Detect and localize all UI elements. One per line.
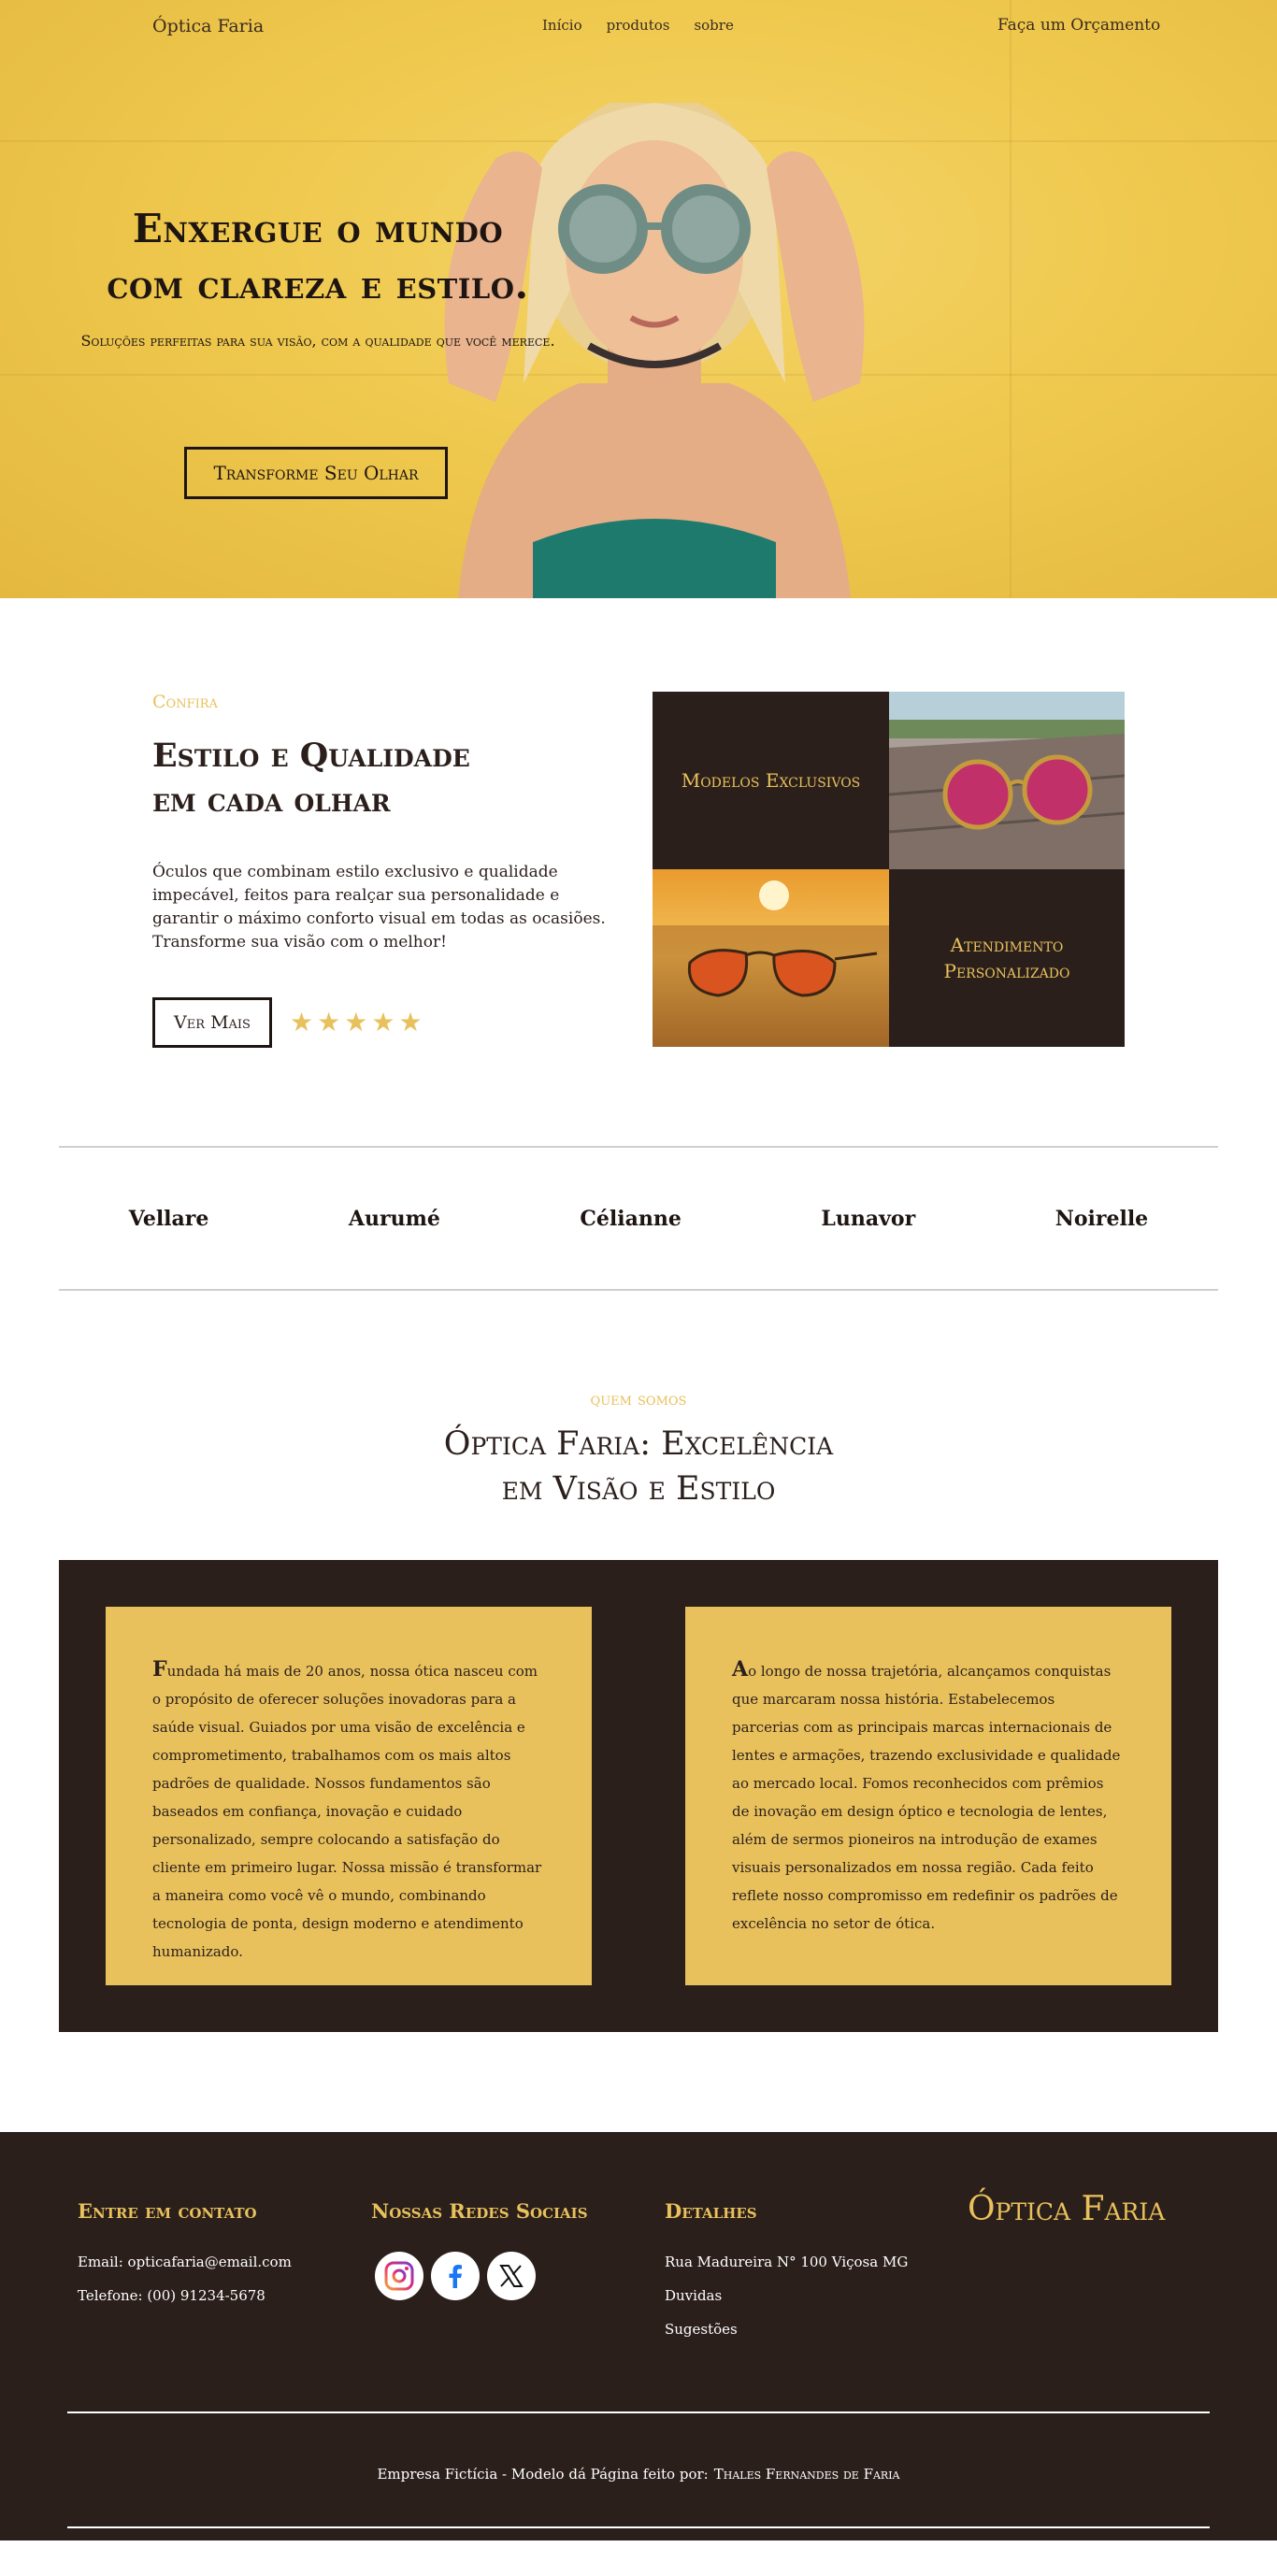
brands-row: Vellare Aurumé Célianne Lunavor Noirelle [59,1148,1218,1289]
instagram-icon[interactable] [375,2252,423,2300]
features-description: Óculos que combinam estilo exclusivo e q… [152,863,606,952]
credit-text: Empresa Fictícia - Modelo dá Página feit… [377,2466,709,2483]
exclusive-models-tile[interactable]: Modelos Exclusivos [653,692,889,869]
history-card: Fundada há mais de 20 anos, nossa ótica … [106,1607,592,1985]
about-title: Óptica Faria: Excelência em Visão e Esti… [0,1422,1277,1511]
details-title: Detalhes [665,2199,757,2223]
personalized-service-label: Atendimento Personalizado [943,932,1069,984]
features-grid: Modelos Exclusivos Atendimento Personali… [653,692,1125,1047]
nav-quote-link[interactable]: Faça um Orçamento [997,16,1160,35]
brand-lunavor: Lunavor [821,1206,916,1231]
pink-sunglasses-image [889,692,1125,869]
rating-stars: ★ ★ ★ ★ ★ [290,1006,423,1039]
features-kicker: Confira [152,692,218,712]
contact-phone[interactable]: Telefone: (00) 91234-5678 [78,2287,265,2304]
history-text: undada há mais de 20 anos, nossa ótica n… [152,1663,542,1960]
brands-strip: Vellare Aurumé Célianne Lunavor Noirelle [59,1146,1218,1291]
footer-bottom-divider [67,2526,1210,2528]
about-section: quem somos Óptica Faria: Excelência em V… [0,1291,1277,2132]
tile2-line-1: Atendimento [950,934,1064,956]
features-title-line-1: Estilo e Qualidade [152,737,470,775]
nav-brand[interactable]: Óptica Faria [152,16,264,36]
features-title-line-2: em cada olhar [152,781,391,820]
about-title-line-2: em Visão e Estilo [501,1470,776,1508]
about-kicker: quem somos [590,1389,687,1410]
about-panel: Fundada há mais de 20 anos, nossa ótica … [59,1560,1218,2032]
tile2-line-2: Personalizado [943,960,1070,982]
features-title: Estilo e Qualidade em cada olhar [152,734,601,823]
nav-link-produtos[interactable]: produtos [607,17,670,34]
contact-title: Entre em contato [78,2199,257,2223]
hero-section: Óptica Faria Início produtos sobre Faça … [0,0,1277,598]
star-icon: ★ [290,1007,314,1038]
top-navbar: Óptica Faria Início produtos sobre Faça … [0,0,1277,54]
star-icon: ★ [398,1007,423,1038]
hero-title: Enxergue o mundo com clareza e estilo. [56,201,580,313]
history-dropcap: F [152,1657,167,1682]
footer: Entre em contato Email: opticafaria@emai… [0,2132,1277,2540]
wall-texture [1010,0,1012,598]
hero-title-line-2: com clareza e estilo. [107,262,529,308]
achievements-text: o longo de nossa trajetória, alcançamos … [732,1663,1121,1932]
footer-divider [67,2411,1210,2413]
nav-link-inicio[interactable]: Início [542,17,582,34]
see-more-button[interactable]: Ver Mais [152,997,272,1048]
x-icon[interactable] [487,2252,536,2300]
about-title-line-1: Óptica Faria: Excelência [443,1425,834,1463]
personalized-service-tile[interactable]: Atendimento Personalizado [889,869,1125,1047]
nav-links: Início produtos sobre [542,17,734,34]
brand-vellare: Vellare [128,1206,209,1231]
credit-author[interactable]: Thales Fernandes de Faria [714,2466,900,2483]
hero-text-block: Enxergue o mundo com clareza e estilo. S… [56,201,580,352]
brand-noirelle: Noirelle [1055,1206,1149,1231]
star-icon: ★ [344,1007,368,1038]
hero-cta-button[interactable]: Transforme Seu Olhar [184,447,448,499]
sunset-sunglasses-image [653,869,889,1047]
star-icon: ★ [371,1007,395,1038]
suggestions-link[interactable]: Sugestões [665,2321,738,2338]
star-icon: ★ [317,1007,341,1038]
hero-subtitle: Soluções perfeitas para sua visão, com a… [80,332,555,350]
achievements-dropcap: A [732,1657,749,1682]
features-section: Confira Estilo e Qualidade em cada olhar… [0,598,1277,1146]
social-title: Nossas Redes Sociais [371,2199,588,2223]
brand-aurume: Aurumé [348,1206,440,1231]
brand-celianne: Célianne [580,1206,682,1231]
nav-link-sobre[interactable]: sobre [694,17,733,34]
facebook-icon[interactable] [431,2252,480,2300]
hero-title-line-1: Enxergue o mundo [132,206,504,251]
achievements-card: Ao longo de nossa trajetória, alcançamos… [685,1607,1171,1985]
contact-email[interactable]: Email: opticafaria@email.com [78,2254,292,2270]
footer-credit: Empresa Fictícia - Modelo dá Página feit… [0,2466,1277,2483]
doubts-link[interactable]: Duvidas [665,2287,722,2304]
address-text: Rua Madureira N° 100 Viçosa MG [665,2254,909,2270]
footer-brand[interactable]: Óptica Faria [968,2190,1165,2228]
